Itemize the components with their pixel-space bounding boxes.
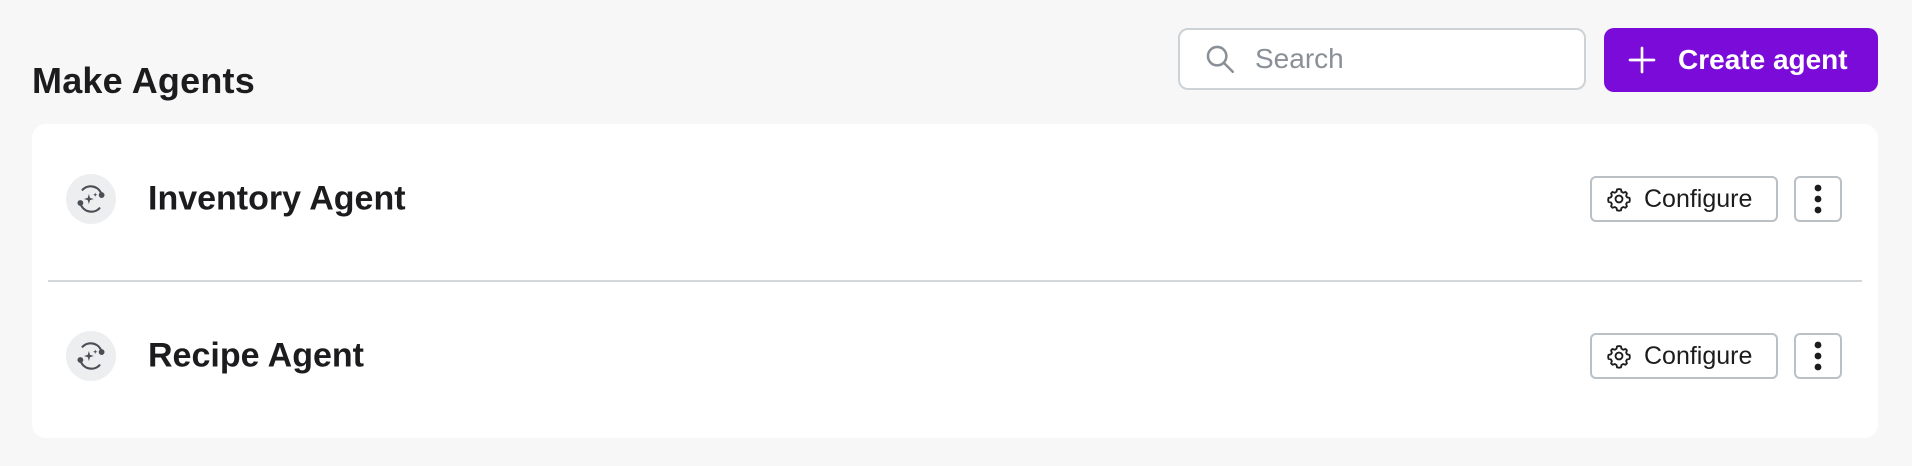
search-icon — [1206, 45, 1235, 74]
more-vertical-icon — [1814, 184, 1822, 214]
agent-avatar — [66, 174, 116, 224]
more-options-button[interactable] — [1794, 176, 1842, 222]
agent-name[interactable]: Recipe Agent — [148, 337, 364, 376]
gear-icon — [1607, 345, 1631, 369]
page-title: Make Agents — [32, 60, 255, 102]
agent-row[interactable]: Recipe Agent Configure — [32, 281, 1878, 431]
plus-icon — [1628, 46, 1656, 74]
create-agent-button[interactable]: Create agent — [1604, 28, 1878, 92]
agent-row[interactable]: Inventory Agent Configure — [32, 124, 1878, 274]
agent-avatar — [66, 331, 116, 381]
more-vertical-icon — [1814, 341, 1822, 371]
configure-button[interactable]: Configure — [1590, 333, 1778, 379]
configure-label: Configure — [1644, 184, 1753, 213]
more-options-button[interactable] — [1794, 333, 1842, 379]
agent-sparkle-icon — [77, 342, 105, 370]
create-agent-label: Create agent — [1678, 44, 1848, 75]
gear-icon — [1607, 188, 1631, 212]
search-input[interactable] — [1255, 43, 1575, 75]
agents-list: Inventory Agent Configure Recipe Agent C… — [32, 124, 1878, 438]
agent-name[interactable]: Inventory Agent — [148, 180, 406, 219]
agent-sparkle-icon — [77, 185, 105, 213]
configure-button[interactable]: Configure — [1590, 176, 1778, 222]
search-box[interactable] — [1178, 28, 1586, 90]
configure-label: Configure — [1644, 341, 1753, 370]
